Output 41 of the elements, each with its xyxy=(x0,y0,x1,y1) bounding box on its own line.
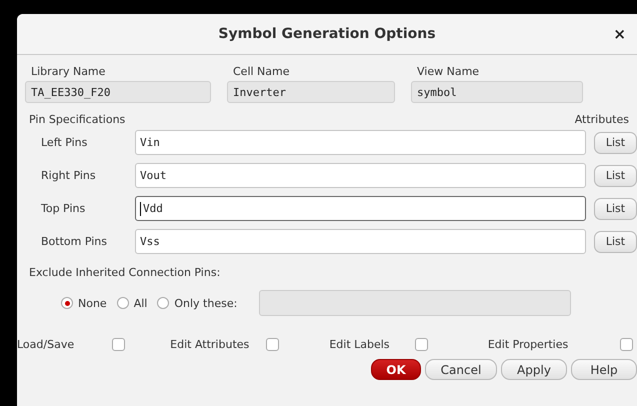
name-field: symbol xyxy=(411,81,583,103)
radio-option[interactable]: Only these: xyxy=(157,296,238,310)
option-label: Edit Properties xyxy=(488,338,568,351)
close-button[interactable]: × xyxy=(613,25,626,43)
list-button[interactable]: List xyxy=(594,164,637,186)
checkbox[interactable] xyxy=(266,338,280,351)
list-button[interactable]: List xyxy=(594,198,637,220)
list-button[interactable]: List xyxy=(594,132,637,154)
field-label: Cell Name xyxy=(232,65,291,78)
option-label: Edit Labels xyxy=(329,338,390,351)
pin-field[interactable]: Vin xyxy=(135,130,586,155)
list-button[interactable]: List xyxy=(594,230,637,252)
section-title: Exclude Inherited Connection Pins: xyxy=(28,266,222,279)
checkbox[interactable] xyxy=(112,338,126,351)
checkbox[interactable] xyxy=(414,338,428,351)
pin-label: Right Pins xyxy=(41,169,97,182)
radio-option[interactable]: All xyxy=(116,296,148,310)
pin-field[interactable]: Vss xyxy=(135,229,586,254)
dialog-button[interactable]: Help xyxy=(571,359,637,380)
name-field: Inverter xyxy=(227,81,395,103)
attributes-label: Attributes xyxy=(574,113,629,126)
radio-button[interactable] xyxy=(157,297,170,309)
pin-label: Top Pins xyxy=(41,202,86,215)
radio-option[interactable]: None xyxy=(61,296,107,310)
pin-label: Left Pins xyxy=(41,136,88,149)
pin-field[interactable]: Vout xyxy=(135,163,586,188)
option-label: Edit Attributes xyxy=(170,338,250,351)
option-label: Load/Save xyxy=(17,338,74,351)
checkbox[interactable] xyxy=(620,338,633,351)
radio-button[interactable] xyxy=(61,297,73,309)
dialog-button[interactable]: Cancel xyxy=(425,359,497,380)
field-label: View Name xyxy=(416,65,480,78)
field-label: Library Name xyxy=(30,65,106,78)
window-title: Symbol Generation Options xyxy=(218,26,436,42)
pin-label: Bottom Pins xyxy=(41,235,108,248)
pin-field[interactable]: Vdd xyxy=(135,196,586,221)
dialog-button[interactable]: Apply xyxy=(501,359,567,380)
section-title: Pin Specifications xyxy=(28,113,126,126)
name-field: TA_EE330_F20 xyxy=(25,81,211,103)
dialog-button[interactable]: OK xyxy=(371,359,421,380)
radio-button[interactable] xyxy=(116,297,129,309)
